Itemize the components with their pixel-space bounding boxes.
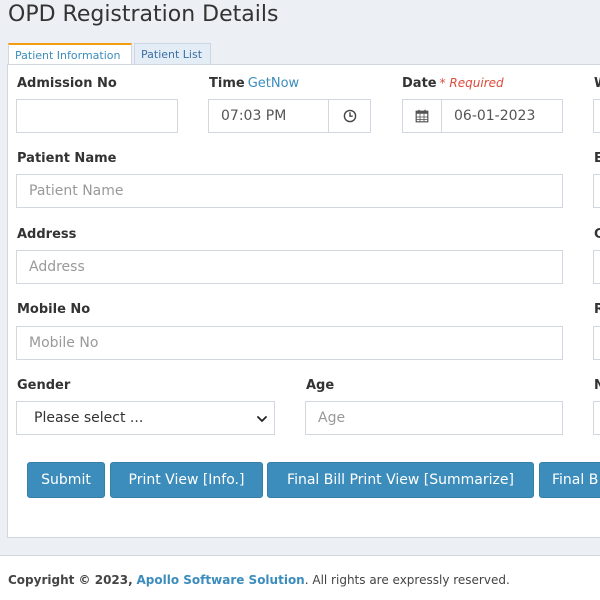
right-column-input[interactable] — [593, 250, 600, 284]
right-column-input[interactable] — [593, 326, 600, 360]
right-column-input[interactable] — [593, 401, 600, 435]
tab-patient-information[interactable]: Patient Information — [8, 43, 132, 65]
patient-name-input[interactable] — [16, 174, 563, 208]
patient-name-label: Patient Name — [17, 151, 117, 166]
getnow-link[interactable]: GetNow — [248, 76, 299, 91]
footer-text: Copyright © 2023, Apollo Software Soluti… — [8, 573, 510, 587]
right-column-input[interactable] — [593, 99, 600, 133]
copyright-text: Copyright © 2023, — [8, 573, 133, 587]
clock-icon — [343, 109, 356, 123]
page-title: OPD Registration Details — [8, 2, 279, 27]
date-picker-button[interactable] — [402, 99, 442, 133]
right-column-label: C — [594, 227, 600, 242]
print-view-info-button[interactable]: Print View [Info.] — [110, 462, 263, 498]
time-label-text: Time — [209, 76, 245, 91]
date-input[interactable] — [441, 99, 563, 133]
right-column-label: N — [594, 378, 600, 393]
age-label: Age — [306, 378, 335, 393]
gender-select[interactable]: Please select ... — [16, 401, 275, 435]
date-label-text: Date — [402, 76, 437, 91]
tab-patient-list[interactable]: Patient List — [134, 43, 211, 64]
right-column-label: R — [594, 302, 600, 317]
footer-rest-text: . All rights are expressly reserved. — [304, 573, 510, 587]
company-link[interactable]: Apollo Software Solution — [137, 573, 305, 587]
final-bill-button[interactable]: Final B — [539, 462, 600, 498]
submit-button[interactable]: Submit — [27, 462, 105, 498]
mobile-no-label: Mobile No — [17, 302, 91, 317]
mobile-no-input[interactable] — [16, 326, 563, 360]
address-label: Address — [17, 227, 77, 242]
admission-no-label: Admission No — [17, 76, 117, 91]
time-label: Time GetNow — [209, 76, 299, 91]
right-column-label: E — [594, 151, 600, 166]
time-picker-button[interactable] — [328, 99, 371, 133]
gender-selected-value: Please select ... — [34, 410, 144, 426]
date-label: Date * Required — [402, 76, 504, 91]
right-column-input[interactable] — [593, 174, 600, 208]
required-indicator: * Required — [439, 76, 504, 90]
age-input[interactable] — [305, 401, 563, 435]
admission-no-input[interactable] — [16, 99, 178, 133]
chevron-down-icon — [257, 416, 267, 422]
time-input[interactable] — [208, 99, 329, 133]
right-column-label: W — [594, 76, 600, 91]
final-bill-summarize-button[interactable]: Final Bill Print View [Summarize] — [267, 462, 534, 498]
gender-label: Gender — [17, 378, 71, 393]
address-input[interactable] — [16, 250, 563, 284]
calendar-icon — [415, 109, 429, 123]
